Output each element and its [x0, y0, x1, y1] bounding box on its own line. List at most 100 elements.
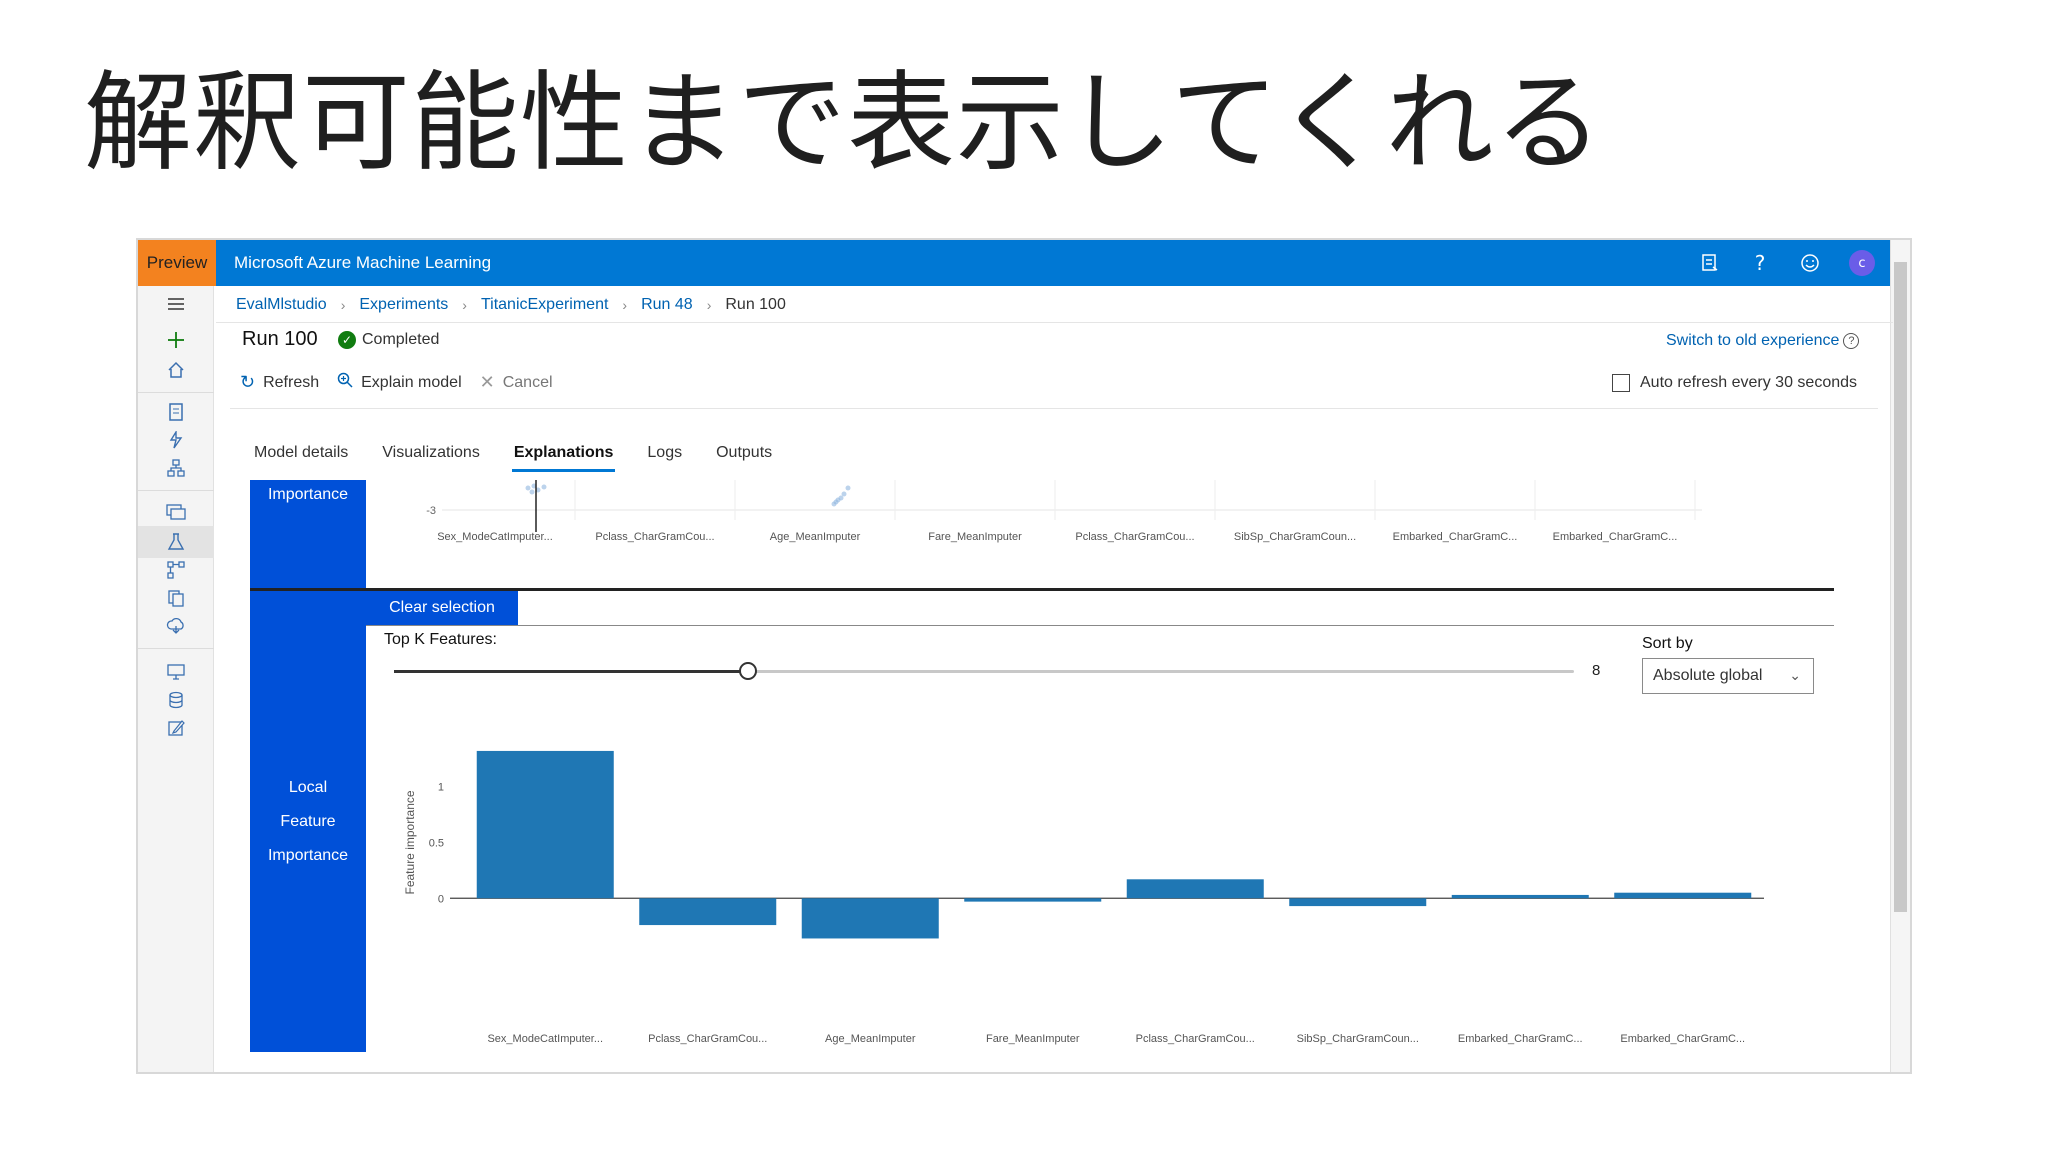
auto-refresh-label: Auto refresh every 30 seconds: [1640, 374, 1858, 391]
clear-selection-button[interactable]: Clear selection: [366, 591, 518, 625]
command-bar: ↻ Refresh Explain model ✕ Cancel: [240, 372, 553, 393]
close-icon: ✕: [479, 372, 495, 392]
run-title: Run 100: [242, 328, 318, 350]
tab-visualizations[interactable]: Visualizations: [382, 444, 480, 470]
switch-old-experience-link[interactable]: Switch to old experience ?: [1666, 332, 1860, 350]
endpoints-icon[interactable]: [138, 610, 214, 642]
topk-value: 8: [1592, 662, 1601, 679]
help-icon[interactable]: ?: [1749, 251, 1771, 275]
feedback-list-icon[interactable]: [1699, 252, 1721, 274]
chevron-right-icon: ›: [706, 297, 712, 313]
labeling-icon[interactable]: [138, 712, 214, 744]
top-chart-ytick: -3: [426, 505, 436, 517]
zoom-search-icon: [337, 372, 353, 393]
bar: [1289, 898, 1427, 907]
app-title[interactable]: Microsoft Azure Machine Learning: [234, 253, 491, 273]
smiley-icon[interactable]: [1799, 252, 1821, 274]
x-tick-label: Embarked_CharGramC...: [1458, 1033, 1583, 1045]
local-label-line-2: Feature: [280, 812, 336, 830]
explanations-panel: Importance -3 Sex_ModeCatImputer... Pclass…: [250, 480, 1834, 1052]
top-chart-point: [845, 485, 851, 491]
hamburger-icon[interactable]: [138, 288, 214, 320]
y-tick-label: 1: [438, 782, 444, 794]
bar: [1126, 879, 1264, 899]
top-chart-xtick-label: Fare_MeanImputer: [928, 531, 1022, 543]
top-chart-point: [841, 491, 847, 497]
check-circle-icon: ✓: [338, 331, 356, 349]
local-feature-importance-label: Local Feature Importance: [250, 591, 366, 1052]
slide-title: 解釈可能性まで表示してくれる: [84, 61, 1604, 186]
top-chart-xtick-label: Age_MeanImputer: [770, 531, 861, 543]
auto-refresh-checkbox[interactable]: [1612, 374, 1630, 392]
auto-refresh-toggle[interactable]: Auto refresh every 30 seconds: [1612, 374, 1857, 392]
breadcrumb-experiment[interactable]: TitanicExperiment: [481, 296, 608, 314]
breadcrumb: EvalMlstudio › Experiments › TitanicExpe…: [236, 296, 786, 314]
top-chart-point: [838, 495, 844, 501]
y-tick-label: 0.5: [429, 837, 444, 849]
top-chart-point: [529, 489, 535, 495]
x-tick-label: Pclass_CharGramCou...: [1136, 1033, 1255, 1045]
breadcrumb-workspace[interactable]: EvalMlstudio: [236, 296, 327, 314]
cancel-button[interactable]: ✕ Cancel: [480, 372, 553, 393]
explain-model-label: Explain model: [361, 373, 462, 391]
chevron-right-icon: ›: [622, 297, 628, 313]
datasets-icon[interactable]: [138, 496, 214, 528]
breadcrumb-experiments[interactable]: Experiments: [359, 296, 448, 314]
tab-logs[interactable]: Logs: [647, 444, 682, 470]
user-avatar[interactable]: c: [1849, 250, 1875, 276]
tab-model-details[interactable]: Model details: [254, 444, 348, 470]
top-chart-point: [833, 499, 839, 505]
left-nav: [138, 286, 214, 1072]
nav-divider: [138, 392, 214, 393]
top-chart-xtick-label: Embarked_CharGramC...: [1553, 531, 1678, 543]
chevron-down-icon: ⌄: [1789, 667, 1801, 683]
x-tick-label: Pclass_CharGramCou...: [648, 1033, 767, 1045]
top-chart-point: [541, 484, 547, 490]
explain-model-button[interactable]: Explain model: [337, 372, 462, 393]
top-chart-xtick-label: Pclass_CharGramCou...: [595, 531, 714, 543]
switch-link-text[interactable]: Switch to old experience: [1666, 332, 1839, 350]
x-tick-label: Age_MeanImputer: [825, 1033, 916, 1045]
top-chart-xtick-label: Pclass_CharGramCou...: [1075, 531, 1194, 543]
topk-slider-fill: [394, 670, 748, 673]
sort-by-label: Sort by: [1642, 635, 1693, 652]
browser-window: Preview Microsoft Azure Machine Learning…: [136, 238, 1912, 1074]
sort-by-dropdown[interactable]: Absolute global ⌄: [1642, 658, 1814, 694]
page-scrollbar[interactable]: [1890, 240, 1910, 1072]
chevron-right-icon: ›: [340, 297, 346, 313]
refresh-icon: ↻: [240, 372, 256, 392]
add-icon[interactable]: [138, 324, 214, 356]
local-importance-bar-chart[interactable]: Feature importance 1 0.5 0 Sex_ModeCatImpute…: [384, 702, 1784, 1052]
topk-slider[interactable]: [394, 662, 1574, 680]
bar: [476, 750, 614, 899]
topk-label: Top K Features:: [384, 631, 497, 648]
status-text: Completed: [362, 331, 440, 348]
page-scrollbar-thumb[interactable]: [1894, 262, 1907, 912]
topk-slider-thumb[interactable]: [739, 662, 757, 680]
tab-outputs[interactable]: Outputs: [716, 444, 772, 470]
designer-icon[interactable]: [138, 452, 214, 484]
refresh-label: Refresh: [263, 373, 320, 391]
info-icon[interactable]: ?: [1843, 333, 1860, 349]
top-bar: Preview Microsoft Azure Machine Learning…: [138, 240, 1893, 286]
x-tick-label: Embarked_CharGramC...: [1620, 1033, 1745, 1045]
bar: [1451, 894, 1589, 899]
breadcrumb-parent-run[interactable]: Run 48: [641, 296, 693, 314]
breadcrumb-divider: [216, 322, 1893, 323]
top-chart-xtick-label: SibSp_CharGramCoun...: [1234, 531, 1356, 543]
status-badge: ✓ Completed: [338, 331, 439, 349]
home-icon[interactable]: [138, 354, 214, 386]
bar: [1614, 892, 1752, 899]
nav-divider: [138, 490, 214, 491]
bar: [964, 898, 1102, 902]
y-tick-label: 0: [438, 893, 444, 905]
preview-badge[interactable]: Preview: [138, 240, 216, 286]
global-importance-chart[interactable]: -3 Sex_ModeCatImputer... Pclass_CharGramCo…: [366, 480, 1834, 588]
tab-explanations[interactable]: Explanations: [511, 444, 615, 472]
bar: [801, 898, 939, 939]
y-axis-label: Feature importance: [403, 790, 417, 894]
x-tick-label: SibSp_CharGramCoun...: [1297, 1033, 1419, 1045]
local-label-line-3: Importance: [267, 846, 349, 864]
x-tick-label: Fare_MeanImputer: [986, 1033, 1080, 1045]
refresh-button[interactable]: ↻ Refresh: [240, 372, 319, 393]
